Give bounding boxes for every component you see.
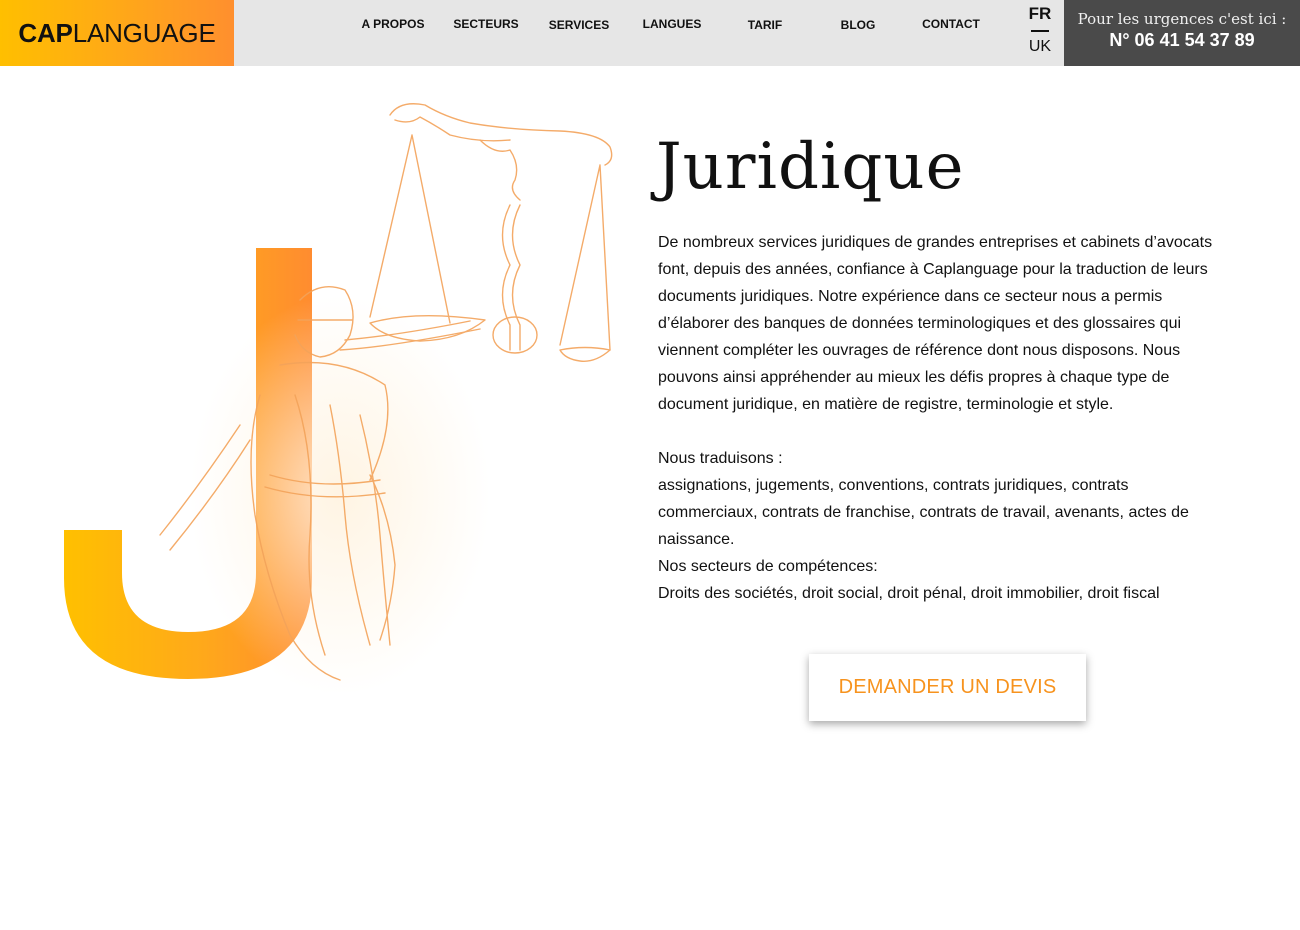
sectors-heading: Nos secteurs de compétences: (658, 558, 878, 575)
translate-heading: Nous traduisons : (658, 450, 783, 467)
urgent-contact-box: Pour les urgences c'est ici : N° 06 41 5… (1064, 0, 1300, 66)
letter-j-lady-justice-image (64, 103, 613, 695)
nav-item-langues[interactable]: LANGUES (643, 17, 702, 31)
nav-item-tarif[interactable]: TARIF (748, 18, 782, 32)
lang-uk-link[interactable]: UK (1016, 38, 1064, 56)
justice-illustration (40, 95, 620, 695)
logo-text-light: LANGUAGE (72, 17, 216, 48)
main-nav: A PROPOS SECTEURS SERVICES LANGUES TARIF… (234, 0, 1028, 66)
lang-active-underline (1031, 30, 1049, 32)
sectors-list: Droits des sociétés, droit social, droit… (658, 585, 1160, 602)
translate-list: assignations, jugements, conventions, co… (658, 477, 1189, 548)
urgent-phone-link[interactable]: N° 06 41 54 37 89 (1064, 30, 1300, 51)
site-header: CAP LANGUAGE A PROPOS SECTEURS SERVICES L… (0, 0, 1300, 66)
nav-item-secteurs[interactable]: SECTEURS (453, 17, 518, 31)
page-body: De nombreux services juridiques de grand… (658, 229, 1224, 607)
intro-paragraph: De nombreux services juridiques de grand… (658, 234, 1213, 413)
nav-item-contact[interactable]: CONTACT (922, 17, 980, 31)
logo-text-bold: CAP (18, 17, 73, 48)
brand-logo[interactable]: CAP LANGUAGE (0, 0, 234, 66)
lang-fr-link[interactable]: FR (1016, 4, 1064, 24)
page-title: Juridique (656, 130, 965, 204)
language-switcher: FR UK (1016, 0, 1064, 66)
request-quote-button[interactable]: DEMANDER UN DEVIS (809, 654, 1086, 721)
nav-item-blog[interactable]: BLOG (841, 18, 876, 32)
urgent-label: Pour les urgences c'est ici : (1077, 10, 1287, 28)
nav-item-services[interactable]: SERVICES (549, 18, 609, 32)
nav-item-a-propos[interactable]: A PROPOS (362, 17, 425, 31)
